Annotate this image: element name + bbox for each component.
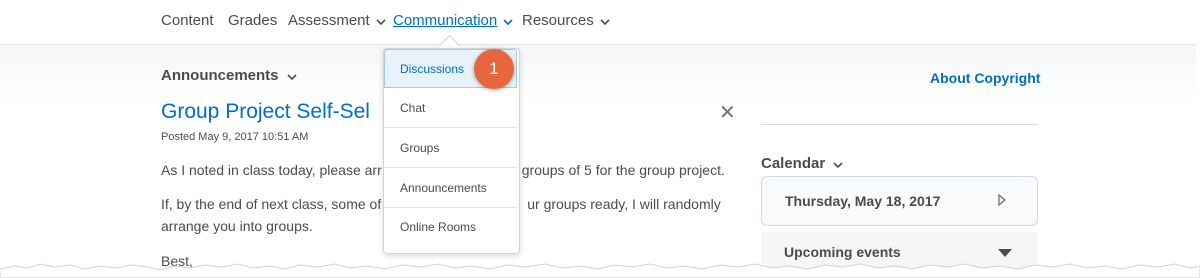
torn-edge	[0, 263, 1200, 278]
nav-grades[interactable]: Grades	[228, 12, 277, 29]
announcements-title-label: Announcements	[161, 67, 279, 84]
calendar-date: Thursday, May 18, 2017	[785, 193, 941, 209]
menu-item-groups[interactable]: Groups	[384, 129, 517, 168]
announcement-body-line: arrange you into groups.	[161, 218, 313, 234]
chevron-down-icon	[376, 13, 386, 30]
close-icon[interactable]: ✕	[719, 100, 736, 125]
menu-item-online-rooms[interactable]: Online Rooms	[384, 208, 517, 247]
top-navbar: Content Grades Assessment Communication …	[0, 0, 1196, 45]
posted-date: Posted May 9, 2017 10:51 AM	[161, 131, 309, 143]
play-next-icon[interactable]	[998, 193, 1007, 211]
calendar-widget-title[interactable]: Calendar	[761, 155, 843, 173]
nav-content[interactable]: Content	[161, 12, 214, 29]
calendar-date-box[interactable]: Thursday, May 18, 2017	[761, 176, 1038, 226]
step-number-badge: 1	[474, 49, 514, 89]
chevron-down-icon	[503, 13, 513, 30]
menu-item-chat[interactable]: Chat	[384, 89, 517, 128]
nav-resources[interactable]: Resources	[522, 12, 610, 30]
nav-assessment[interactable]: Assessment	[288, 12, 386, 30]
chevron-down-icon	[286, 68, 297, 85]
calendar-title-label: Calendar	[761, 155, 826, 172]
about-copyright-link[interactable]: About Copyright	[930, 70, 1040, 86]
announcement-title-link[interactable]: Group Project Self-Sel	[161, 100, 391, 124]
announcements-widget-title[interactable]: Announcements	[161, 67, 297, 85]
nav-communication-label: Communication	[393, 12, 498, 29]
chevron-down-icon	[600, 13, 610, 30]
chevron-down-icon	[833, 156, 843, 173]
menu-item-announcements[interactable]: Announcements	[384, 169, 517, 208]
nav-communication[interactable]: Communication	[393, 12, 513, 30]
nav-assessment-label: Assessment	[288, 12, 370, 29]
nav-resources-label: Resources	[522, 12, 594, 29]
divider	[761, 124, 1038, 125]
